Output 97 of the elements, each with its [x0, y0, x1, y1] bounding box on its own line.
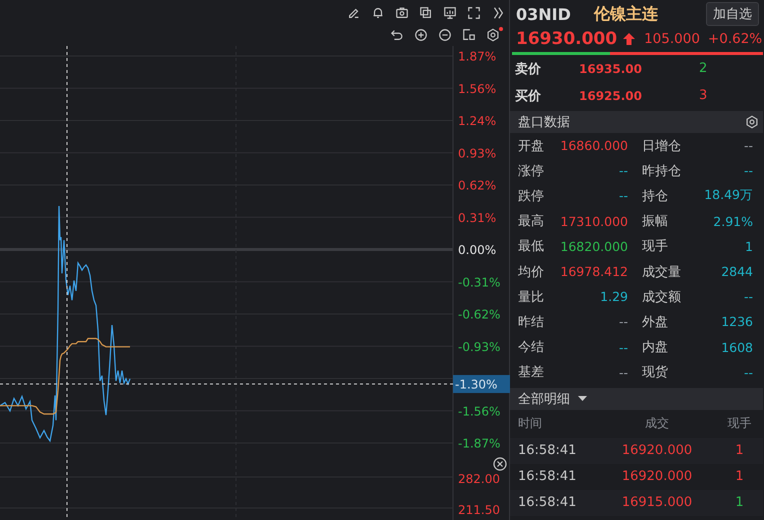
- order-label: 买价: [515, 88, 542, 104]
- stat-value: 2.91%: [713, 214, 753, 229]
- edit-icon[interactable]: [347, 6, 361, 20]
- stat-value: 1608: [721, 340, 753, 355]
- stat-value: --: [744, 163, 753, 178]
- stat-label: 昨持仓: [642, 162, 681, 180]
- stat-value: --: [744, 289, 753, 304]
- axis-label: 0.93%: [458, 146, 496, 160]
- stat-label: 内盘: [642, 339, 668, 356]
- copy-icon[interactable]: [419, 6, 433, 20]
- order-volume: 3: [699, 88, 708, 103]
- trade-volume: 1: [734, 469, 745, 484]
- stat-label: 最低: [518, 238, 544, 256]
- trade-price: 16920.000: [620, 469, 694, 484]
- stat-value: 2844: [721, 264, 753, 280]
- stat-label: 现货: [642, 364, 668, 382]
- trade-price: 16920.000: [620, 443, 694, 458]
- stat-value: 17310.000: [560, 214, 628, 229]
- trade-price: 16915.000: [620, 495, 694, 510]
- axis-label: 0.31%: [458, 210, 496, 225]
- trade-time: 16:58:41: [518, 469, 578, 484]
- section-title: 全部明细: [518, 390, 570, 408]
- monitor-icon[interactable]: [443, 6, 457, 20]
- order-label: 卖价: [515, 60, 542, 78]
- column-header: 成交: [644, 415, 670, 432]
- stat-label: 开盘: [518, 138, 544, 155]
- section-title: 盘口数据: [518, 114, 570, 131]
- stat-value: --: [618, 314, 628, 330]
- contract-name: 伦镍主连: [594, 4, 659, 24]
- trade-volume: 1: [734, 443, 745, 458]
- stat-label: 涨停: [518, 162, 544, 180]
- layout-icon[interactable]: [462, 28, 476, 42]
- settings-icon[interactable]: [486, 28, 500, 42]
- price-change: 105.000: [644, 31, 700, 47]
- trade-volume: 1: [734, 495, 745, 510]
- order-volume: 2: [699, 61, 708, 76]
- stat-value: --: [618, 163, 628, 178]
- axis-label: -0.93%: [458, 340, 500, 354]
- stat-label: 振幅: [642, 213, 668, 230]
- axis-label: -0.62%: [458, 308, 500, 322]
- crosshair-label: -1.30%: [453, 375, 510, 394]
- axis-label: 0.62%: [458, 178, 496, 192]
- trade-time: 16:58:41: [518, 495, 578, 510]
- stat-label: 现手: [642, 238, 668, 256]
- bell-icon[interactable]: [371, 6, 385, 20]
- stat-value: 1236: [721, 314, 753, 330]
- fullscreen-icon[interactable]: [467, 6, 481, 20]
- caret-icon[interactable]: [578, 396, 587, 402]
- double-chevron-icon[interactable]: [491, 6, 505, 20]
- percent-change: +0.62%: [708, 31, 762, 47]
- undo-icon[interactable]: [390, 28, 404, 42]
- axis-label: -1.87%: [458, 436, 500, 450]
- stat-value: --: [618, 340, 628, 355]
- order-price: 16935.00: [579, 62, 644, 76]
- axis-label: 1.56%: [458, 82, 496, 96]
- zoom-in-icon[interactable]: [414, 28, 428, 42]
- stat-value: 16860.000: [560, 138, 628, 154]
- stat-label: 最高: [518, 213, 544, 230]
- axis-label: -0.31%: [458, 275, 500, 290]
- stat-value: --: [618, 364, 628, 380]
- stat-value: 1: [745, 238, 753, 254]
- stat-label: 均价: [518, 264, 544, 281]
- add-watchlist-button[interactable]: 加自选: [706, 2, 759, 26]
- stat-value: --: [618, 188, 628, 204]
- stat-value: 16978.412: [560, 264, 628, 280]
- axis-label: 0.00%: [458, 243, 496, 257]
- notification-dot: [499, 27, 503, 31]
- column-header: 现手: [726, 415, 752, 432]
- stat-label: 昨结: [518, 314, 544, 331]
- order-price: 16925.00: [579, 88, 644, 102]
- axis-label: -1.56%: [458, 404, 500, 418]
- stat-label: 日增仓: [642, 138, 681, 155]
- camera-icon[interactable]: [395, 6, 409, 20]
- axis-label: 1.24%: [458, 114, 496, 128]
- stat-value: 1.29: [600, 289, 628, 304]
- stat-value: 16820.000: [560, 238, 628, 254]
- last-price: 16930.000: [516, 29, 618, 49]
- settings-icon[interactable]: [745, 115, 759, 129]
- stat-label: 量比: [518, 288, 544, 306]
- stat-label: 成交量: [642, 264, 681, 281]
- axis-label: 211.50: [458, 503, 500, 517]
- stat-label: 持仓: [642, 188, 668, 205]
- axis-label: 1.87%: [458, 50, 496, 64]
- stat-value: --: [744, 364, 753, 380]
- close-icon[interactable]: [493, 457, 507, 471]
- stat-label: 跌停: [518, 188, 544, 205]
- stat-label: 基差: [518, 364, 544, 382]
- zoom-out-icon[interactable]: [438, 28, 452, 42]
- trade-time: 16:58:41: [518, 443, 578, 458]
- stat-label: 成交额: [642, 288, 681, 306]
- stat-label: 今结: [518, 339, 544, 356]
- column-header: 时间: [518, 415, 543, 432]
- contract-code: 03NID: [516, 4, 572, 24]
- stat-value: --: [744, 138, 753, 154]
- axis-label: 282.00: [458, 472, 500, 486]
- stat-label: 外盘: [642, 314, 668, 331]
- stat-value: 18.49万: [704, 187, 753, 204]
